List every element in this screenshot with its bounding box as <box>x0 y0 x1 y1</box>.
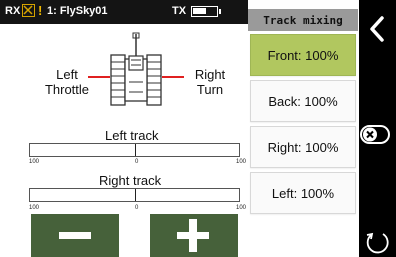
tx-battery-icon <box>191 6 218 17</box>
left-track-max-label: 100 <box>236 159 247 165</box>
right-track-min-label: 100 <box>29 205 40 211</box>
left-track-center <box>135 144 136 156</box>
right-track-title: Right track <box>99 173 162 188</box>
rx-x-glyph <box>23 5 33 15</box>
left-track-mid-label: 0 <box>135 159 139 165</box>
right-rail <box>359 0 396 257</box>
status-bar: RX ! 1: FlySky01 TX <box>0 0 248 24</box>
left-track-bar <box>29 143 240 157</box>
mix-right-button[interactable]: Right: 100% <box>250 126 356 168</box>
toggle-x-icon[interactable] <box>359 124 396 146</box>
right-track-mid-label: 0 <box>135 205 139 211</box>
minus-button[interactable] <box>31 214 119 257</box>
right-track-center <box>135 189 136 201</box>
minus-icon <box>59 232 91 239</box>
right-track-max-label: 100 <box>236 205 247 211</box>
tx-battery-tip <box>219 9 221 14</box>
mix-front-button[interactable]: Front: 100% <box>250 34 356 76</box>
mix-left-button[interactable]: Left: 100% <box>250 172 356 214</box>
mix-back-button[interactable]: Back: 100% <box>250 80 356 122</box>
tank-diagram: Left Throttle Right Turn <box>0 32 248 122</box>
rx-label: RX <box>5 5 21 17</box>
tx-battery-fill <box>193 8 206 14</box>
page-title: Track mixing <box>248 9 358 31</box>
left-track-title: Left track <box>105 128 159 143</box>
rotate-icon[interactable] <box>359 226 396 256</box>
chevron-left-icon[interactable] <box>359 14 396 44</box>
tank-icon <box>88 32 184 106</box>
plus-button[interactable] <box>150 214 238 257</box>
left-track-min-label: 100 <box>29 159 40 165</box>
tx-label: TX <box>172 5 187 17</box>
right-track-bar <box>29 188 240 202</box>
warning-icon: ! <box>38 3 43 18</box>
rx-signal-x-icon <box>22 4 35 17</box>
model-name: 1: FlySky01 <box>47 5 108 17</box>
